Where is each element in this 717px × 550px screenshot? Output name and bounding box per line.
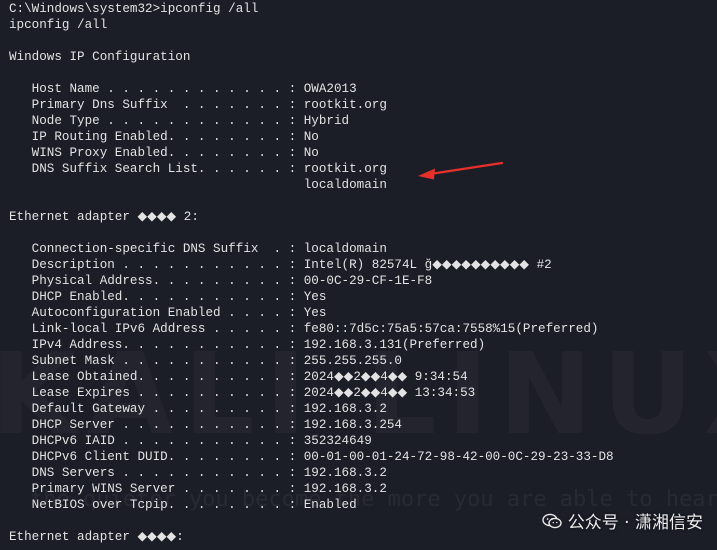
terminal-line: Subnet Mask . . . . . . . . . . . : 255.… [9, 354, 402, 368]
terminal-line: DHCPv6 IAID . . . . . . . . . . . : 3523… [9, 434, 372, 448]
terminal-line: DHCP Server . . . . . . . . . . . : 192.… [9, 418, 402, 432]
terminal-line: localdomain [9, 178, 387, 192]
terminal-line: Ethernet adapter ◆◆◆◆ 2: [9, 210, 199, 224]
terminal-line: IP Routing Enabled. . . . . . . . : No [9, 130, 319, 144]
terminal-line: ipconfig /all [9, 18, 108, 32]
terminal-line: Lease Expires . . . . . . . . . . : 2024… [9, 386, 476, 400]
terminal-line: DNS Servers . . . . . . . . . . . : 192.… [9, 466, 387, 480]
terminal-line: Default Gateway . . . . . . . . . : 192.… [9, 402, 387, 416]
brand-label: 公众号 · 潇湘信安 [567, 513, 703, 533]
terminal-line: Primary Dns Suffix . . . . . . . : rootk… [9, 98, 387, 112]
red-arrow-icon [418, 161, 504, 180]
terminal-line: Host Name . . . . . . . . . . . . : OWA2… [9, 82, 357, 96]
terminal-line: Primary WINS Server . . . . . . . : 192.… [9, 482, 387, 496]
terminal-line: C:\Windows\system32>ipconfig /all [9, 2, 259, 16]
terminal-line: Node Type . . . . . . . . . . . . : Hybr… [9, 114, 350, 128]
wechat-brand-watermark: 公众号 · 潇湘信安 [542, 508, 703, 533]
terminal-line: NetBIOS over Tcpip. . . . . . . . : Enab… [9, 498, 357, 512]
terminal-line: DNS Suffix Search List. . . . . . : root… [9, 162, 387, 176]
terminal-line: WINS Proxy Enabled. . . . . . . . : No [9, 146, 319, 160]
terminal-line: Autoconfiguration Enabled . . . . : Yes [9, 306, 327, 320]
terminal-line: Link-local IPv6 Address . . . . . : fe80… [9, 322, 599, 336]
terminal-line: Description . . . . . . . . . . . : Inte… [9, 258, 552, 272]
terminal-line: Physical Address. . . . . . . . . : 00-0… [9, 274, 433, 288]
terminal-line: IPv4 Address. . . . . . . . . . . : 192.… [9, 338, 486, 352]
terminal-output[interactable]: C:\Windows\system32>ipconfig /all ipconfi… [9, 1, 614, 545]
terminal-line: Connection-specific DNS Suffix . : local… [9, 242, 387, 256]
terminal-line: Ethernet adapter ◆◆◆◆: [9, 530, 184, 544]
terminal-line: Windows IP Configuration [9, 50, 191, 64]
terminal-line: DHCP Enabled. . . . . . . . . . . : Yes [9, 290, 327, 304]
terminal-line: DHCPv6 Client DUID. . . . . . . . : 00-0… [9, 450, 614, 464]
wechat-icon [542, 513, 562, 528]
terminal-line: Lease Obtained. . . . . . . . . . : 2024… [9, 370, 468, 384]
